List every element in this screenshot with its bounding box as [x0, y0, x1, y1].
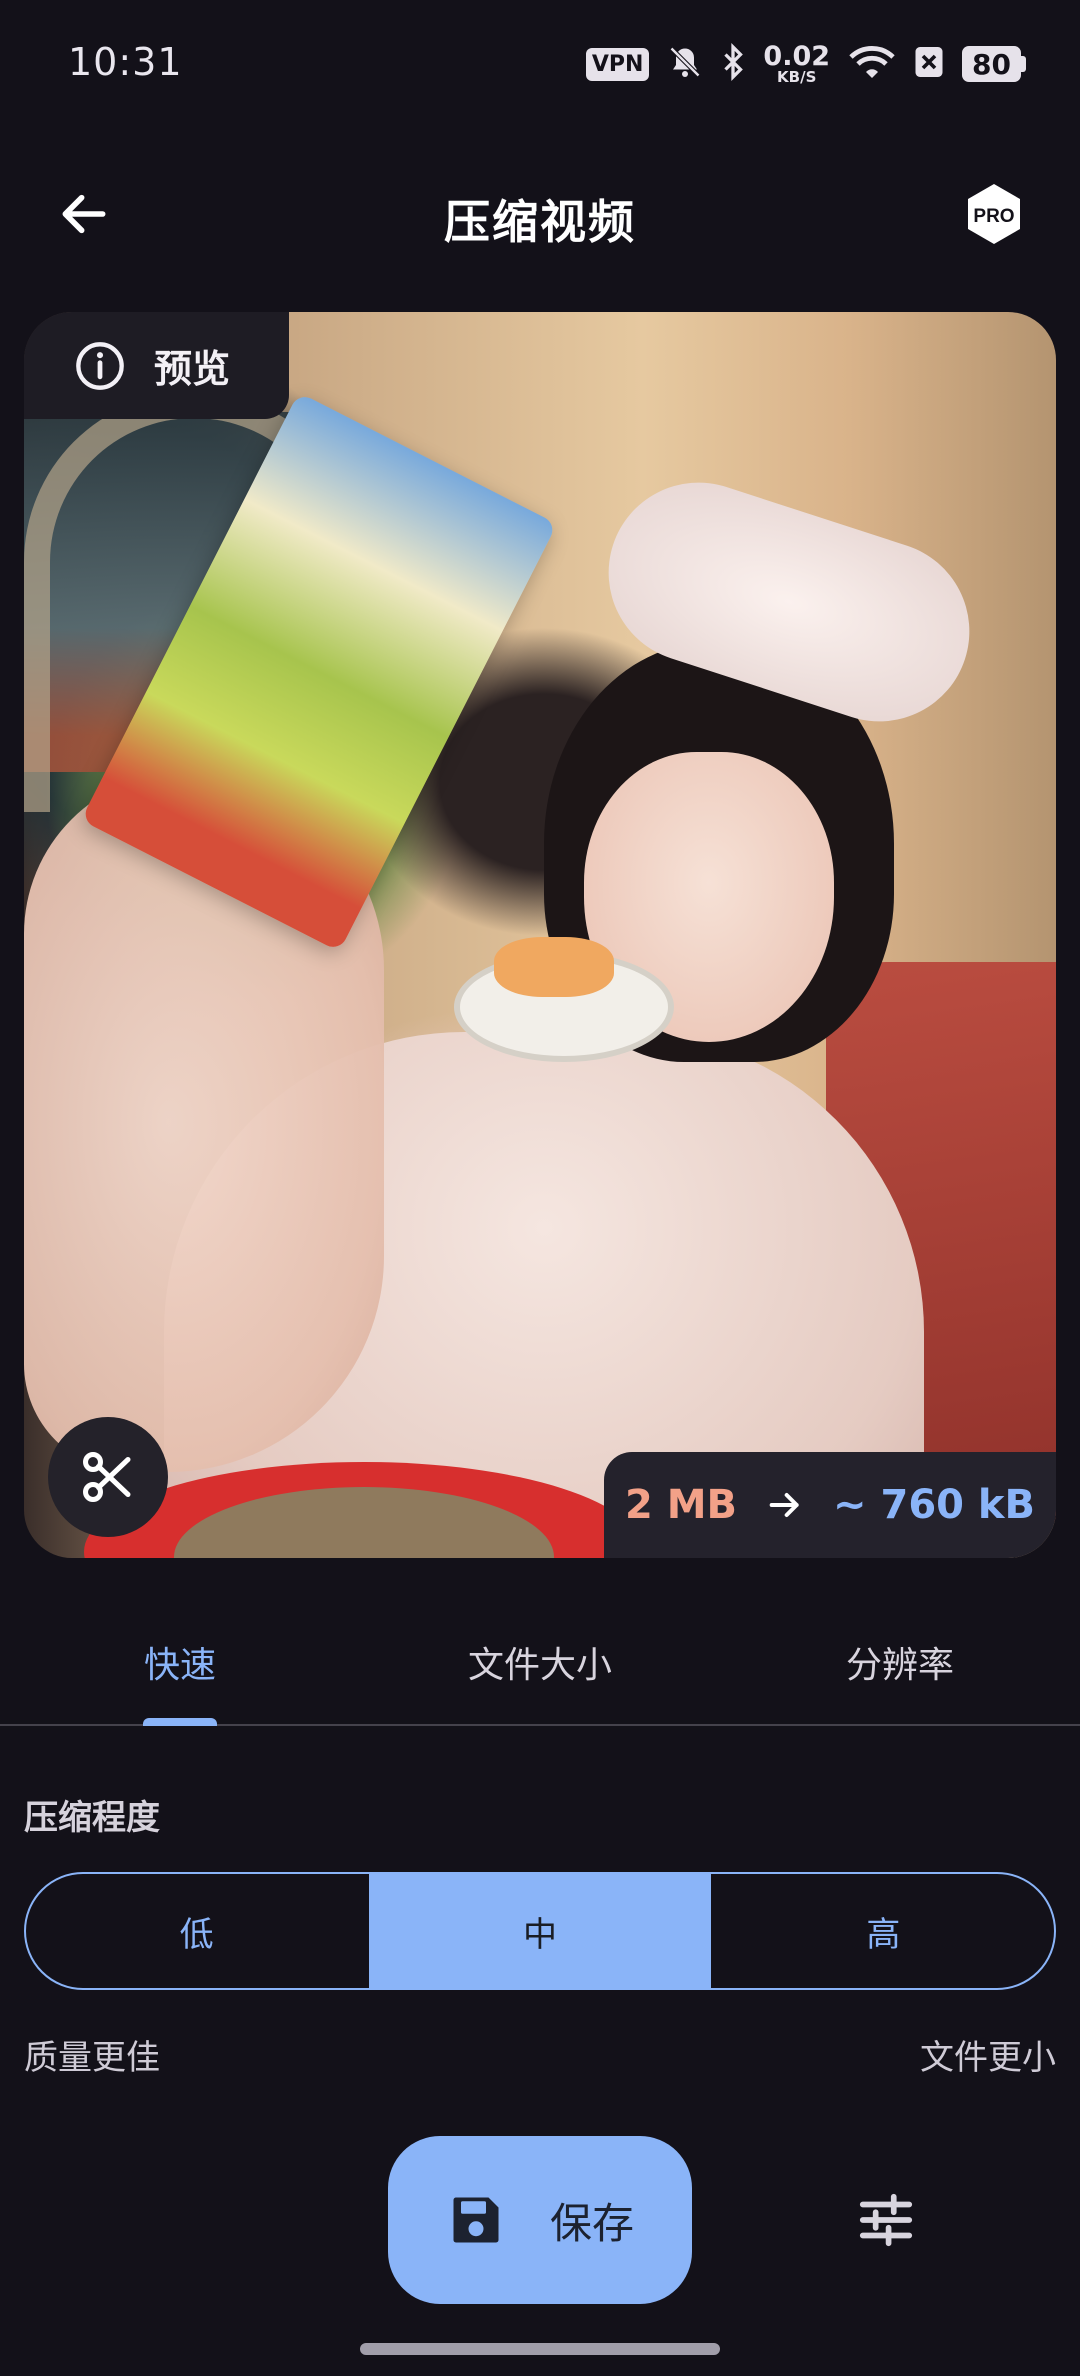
- app-bar: 压缩视频 PRO: [0, 150, 1080, 280]
- quality-hint: 质量更佳: [24, 2038, 160, 2078]
- mode-tabs: 快速 文件大小 分辨率: [0, 1600, 1080, 1726]
- screen: 10:31 VPN 0.02 KB/S 80 压缩视频 PRO 预览 2 MB …: [0, 0, 1080, 2376]
- bluetooth-icon: [721, 43, 745, 85]
- tab-label: 快速: [143, 1645, 216, 1686]
- tab-active-indicator: [143, 1718, 217, 1726]
- compression-level-selector: 低 中 高: [24, 1872, 1056, 1990]
- wifi-icon: [848, 43, 896, 85]
- info-icon: [76, 341, 124, 390]
- status-time: 10:31: [68, 40, 183, 84]
- video-preview[interactable]: 预览 2 MB ~ 760 kB: [24, 312, 1056, 1558]
- net-speed: 0.02 KB/S: [763, 43, 830, 85]
- size-estimate-badge: 2 MB ~ 760 kB: [604, 1452, 1056, 1558]
- battery-level: 80: [962, 46, 1021, 82]
- level-high-option[interactable]: 高: [710, 1874, 1054, 1988]
- battery-indicator: 80: [962, 46, 1026, 82]
- trim-button[interactable]: [48, 1417, 168, 1537]
- status-bar: 10:31 VPN 0.02 KB/S 80: [0, 0, 1080, 120]
- mute-bell-icon: [667, 43, 703, 85]
- advanced-settings-button[interactable]: [846, 2180, 926, 2260]
- compression-level-title: 压缩程度: [24, 1798, 160, 1838]
- arrow-right-icon: [769, 1493, 799, 1517]
- pro-label: PRO: [973, 206, 1014, 227]
- vpn-badge: VPN: [585, 47, 650, 81]
- home-indicator[interactable]: [360, 2343, 720, 2355]
- close-box-icon: [914, 45, 944, 83]
- scissors-icon: [83, 1452, 131, 1502]
- size-hint: 文件更小: [920, 2038, 1056, 2078]
- save-label: 保存: [549, 2198, 634, 2248]
- level-medium-label: 中: [522, 1914, 557, 1955]
- sliders-icon: [859, 2193, 913, 2247]
- level-low-option[interactable]: 低: [26, 1874, 367, 1988]
- pro-button[interactable]: PRO: [962, 182, 1026, 246]
- level-low-label: 低: [179, 1914, 214, 1955]
- level-medium-option[interactable]: 中: [367, 1874, 711, 1988]
- estimated-size: ~ 760 kB: [833, 1482, 1035, 1528]
- net-speed-unit: KB/S: [777, 68, 817, 86]
- original-size: 2 MB: [624, 1482, 738, 1528]
- tab-label: 文件大小: [467, 1645, 612, 1686]
- status-icons: VPN 0.02 KB/S 80: [585, 36, 1026, 92]
- tab-label: 分辨率: [845, 1645, 954, 1686]
- scene-cake: [494, 937, 614, 997]
- tab-quick[interactable]: 快速: [0, 1600, 360, 1726]
- level-high-label: 高: [866, 1914, 901, 1955]
- floppy-disk-icon: [453, 2197, 499, 2243]
- battery-tip: [1021, 56, 1026, 72]
- pro-badge-icon: PRO: [968, 184, 1020, 244]
- page-title: 压缩视频: [444, 195, 636, 249]
- tab-file-size[interactable]: 文件大小: [360, 1600, 720, 1724]
- preview-badge[interactable]: 预览: [24, 312, 289, 419]
- preview-label: 预览: [154, 347, 231, 391]
- net-speed-value: 0.02: [763, 41, 831, 72]
- tab-resolution[interactable]: 分辨率: [720, 1600, 1080, 1724]
- save-button[interactable]: 保存: [388, 2136, 692, 2304]
